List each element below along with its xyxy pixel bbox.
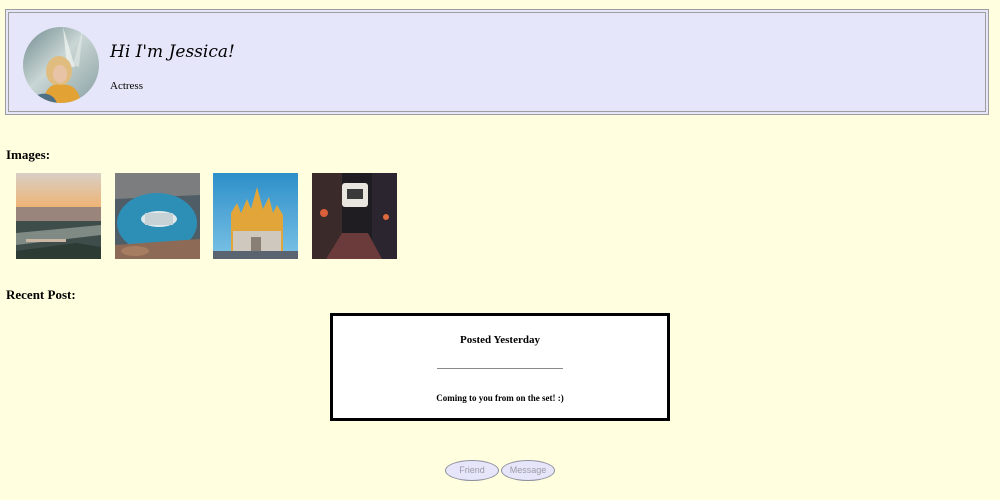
profile-header: Hi I'm Jessica! Actress	[5, 9, 989, 115]
recent-post-heading: Recent Post:	[6, 287, 76, 302]
post-body: Coming to you from on the set! :)	[436, 393, 564, 403]
images-heading: Images:	[6, 147, 51, 162]
post-divider	[437, 368, 563, 369]
friend-button[interactable]: Friend	[445, 460, 499, 481]
profile-role: Actress	[110, 80, 143, 92]
profile-photo-icon	[23, 27, 99, 103]
recent-post-card: Posted Yesterday Coming to you from on t…	[330, 313, 670, 421]
night-alley-photo[interactable]	[312, 173, 397, 259]
message-button[interactable]: Message	[501, 460, 555, 481]
beach-sunset-photo[interactable]	[16, 173, 101, 259]
cathedral-photo[interactable]	[213, 173, 298, 259]
post-title: Posted Yesterday	[460, 334, 540, 346]
profile-greeting: Hi I'm Jessica!	[110, 42, 235, 62]
avatar[interactable]	[23, 27, 99, 103]
puddle-reflection-photo[interactable]	[115, 173, 200, 259]
